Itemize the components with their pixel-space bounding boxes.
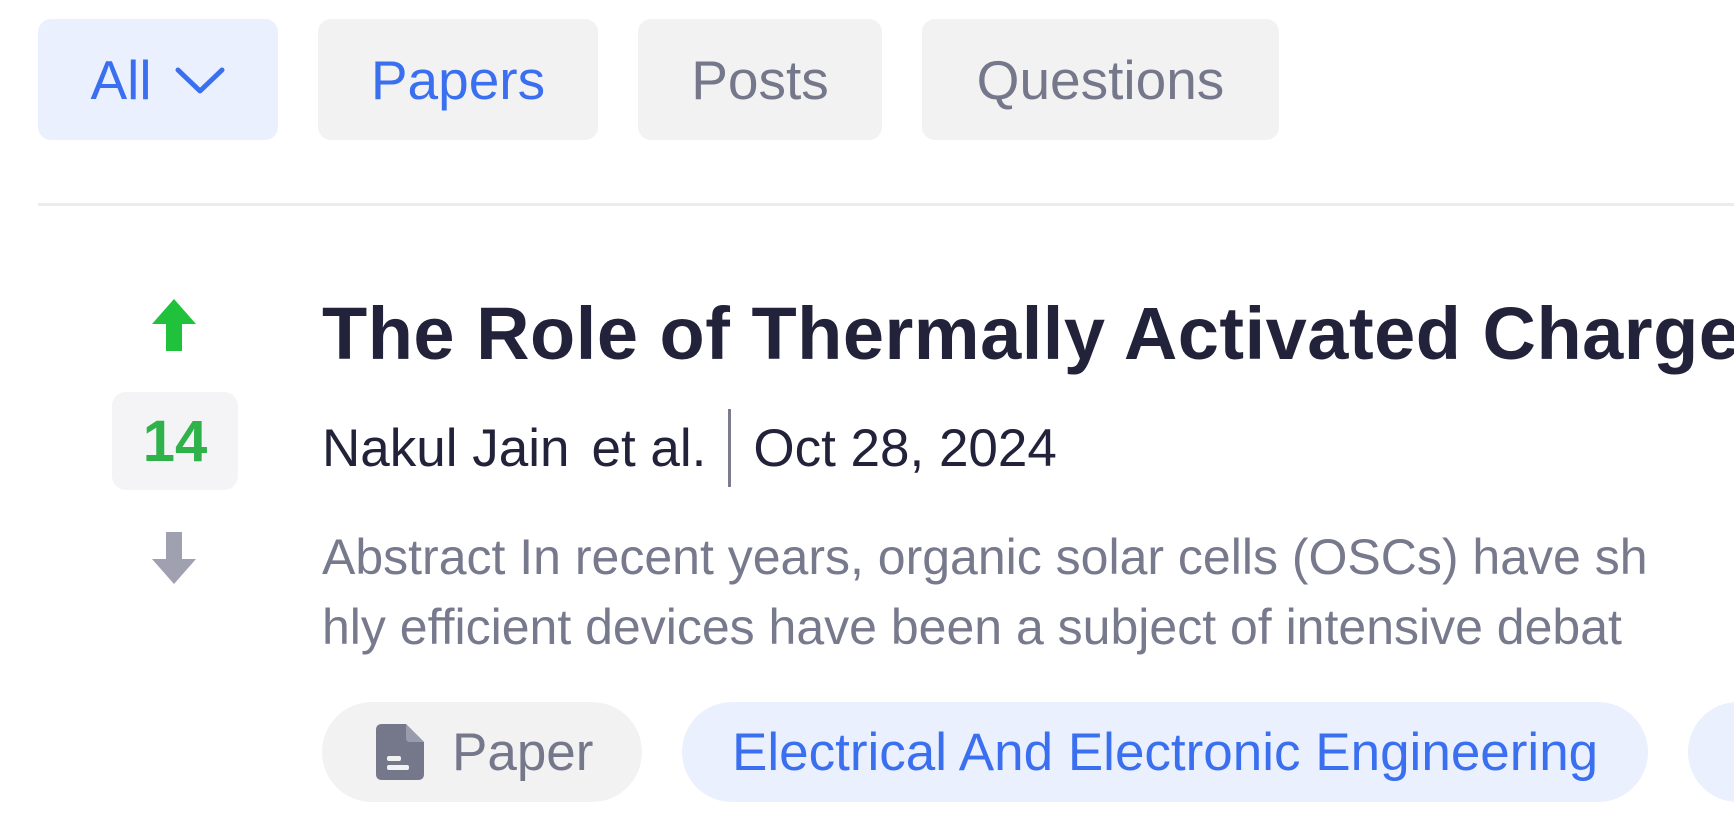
filter-questions-label: Questions xyxy=(976,48,1225,111)
filter-divider xyxy=(38,203,1734,206)
meta-separator xyxy=(728,409,732,487)
document-icon xyxy=(376,724,424,780)
et-al-label: et al. xyxy=(591,418,707,478)
type-tag[interactable]: Paper xyxy=(322,702,642,802)
type-tag-label: Paper xyxy=(452,722,594,782)
topic-tag[interactable]: Electrical And Electronic Engineering xyxy=(682,702,1649,802)
abstract-line: Abstract In recent years, organic solar … xyxy=(322,529,1648,585)
result-meta: Nakul Jain et al. Oct 28, 2024 xyxy=(322,408,1057,488)
arrow-down-icon[interactable] xyxy=(150,530,198,586)
filter-papers-label: Papers xyxy=(370,48,546,111)
filter-tabs: All Papers Posts Questions xyxy=(38,19,1279,140)
vote-count: 14 xyxy=(112,392,238,490)
filter-all-label: All xyxy=(90,48,152,111)
topic-tag-overflow[interactable] xyxy=(1688,702,1734,802)
filter-questions-tab[interactable]: Questions xyxy=(922,19,1279,140)
result-abstract: Abstract In recent years, organic solar … xyxy=(322,522,1734,678)
result-title[interactable]: The Role of Thermally Activated Charge xyxy=(322,290,1734,378)
publication-date: Oct 28, 2024 xyxy=(753,418,1057,478)
search-results-page: All Papers Posts Questions 14 The Role o… xyxy=(0,0,1734,824)
filter-all-dropdown[interactable]: All xyxy=(38,19,278,140)
filter-papers-tab[interactable]: Papers xyxy=(318,19,598,140)
topic-tag-label: Electrical And Electronic Engineering xyxy=(732,722,1599,782)
result-tags: Paper Electrical And Electronic Engineer… xyxy=(322,702,1734,802)
filter-posts-tab[interactable]: Posts xyxy=(638,19,882,140)
filter-posts-label: Posts xyxy=(691,48,829,111)
chevron-down-icon xyxy=(175,67,225,93)
arrow-up-icon[interactable] xyxy=(150,297,198,353)
abstract-line: hly efficient devices have been a subjec… xyxy=(322,599,1622,655)
author-name[interactable]: Nakul Jain xyxy=(322,418,569,479)
